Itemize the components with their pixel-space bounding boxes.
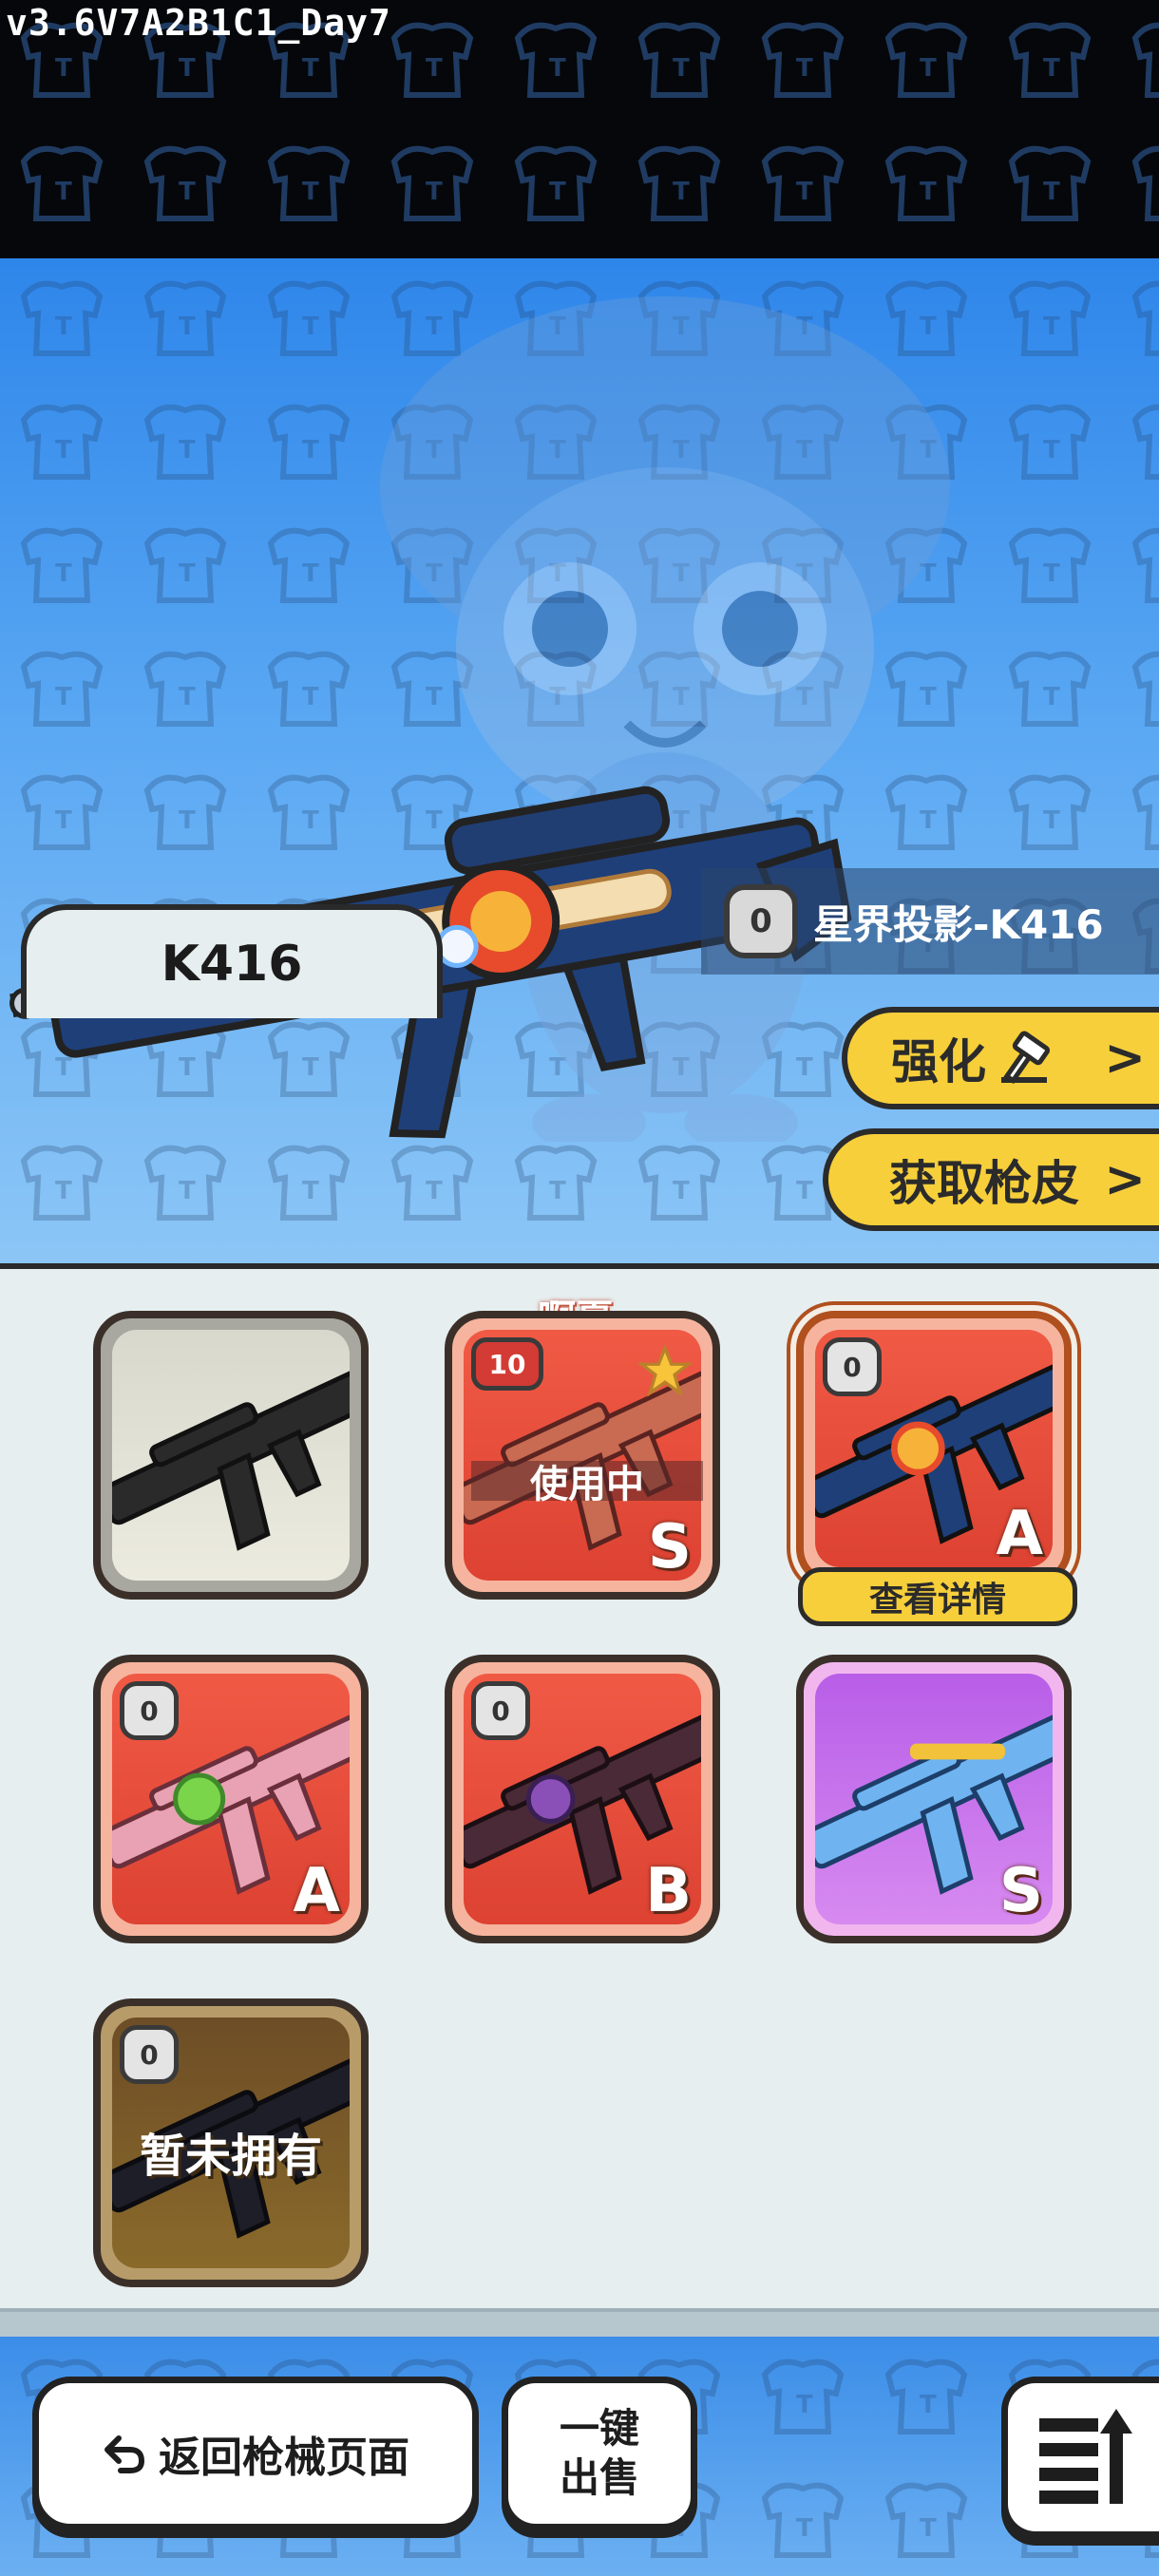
top-status-area: v3.6V7A2B1C1_Day7 <box>0 0 1159 258</box>
skin-card-selected[interactable]: 0 A <box>796 1311 1072 1586</box>
skin-name: 星界投影-K416 <box>813 900 1104 948</box>
skin-card-locked[interactable]: 0 暂未拥有 <box>93 1998 369 2287</box>
level-badge-icon: 0 <box>724 884 798 958</box>
in-use-label: 使用中 <box>471 1461 703 1506</box>
level-badge-icon: 0 <box>120 2025 179 2084</box>
rank-label: S <box>998 1856 1043 1926</box>
chevron-right-icon: > <box>1104 1151 1146 1208</box>
back-to-weapons-button[interactable]: 返回枪械页面 <box>32 2377 479 2530</box>
hammer-icon <box>1001 1031 1051 1085</box>
back-arrow-icon <box>104 2435 145 2473</box>
skin-card-in-use[interactable]: 10 使用中 S <box>445 1311 720 1600</box>
skin-card-blue[interactable]: S <box>796 1655 1072 1943</box>
upgrade-label: 强化 <box>891 1034 986 1089</box>
level-badge-icon: 0 <box>120 1681 179 1740</box>
sell-label-line1: 一键 <box>559 2405 639 2452</box>
weapon-preview: 0 星界投影-K416 强化 > 获取枪皮 > <box>0 258 1159 1268</box>
rank-label: A <box>996 1499 1043 1569</box>
panel-divider <box>0 2308 1159 2337</box>
sort-button[interactable] <box>1001 2377 1159 2538</box>
upgrade-button[interactable]: 强化 > <box>842 1007 1159 1109</box>
rank-label: B <box>645 1856 692 1926</box>
skin-name-tag: 0 星界投影-K416 <box>701 868 1159 975</box>
skin-card-green-gem[interactable]: 0 A <box>93 1655 369 1943</box>
version-label: v3.6V7A2B1C1_Day7 <box>6 2 391 44</box>
skin-card-purple-gem[interactable]: 0 B <box>445 1655 720 1943</box>
card-background <box>112 1330 350 1581</box>
level-badge-icon: 0 <box>823 1337 882 1396</box>
chevron-right-icon: > <box>1104 1030 1146 1087</box>
rank-label: S <box>647 1512 692 1582</box>
view-details-button[interactable]: 查看详情 <box>798 1567 1077 1626</box>
skin-card-default[interactable] <box>93 1311 369 1600</box>
quick-sell-button[interactable]: 一键 出售 <box>502 2377 697 2530</box>
star-icon <box>638 1345 692 1397</box>
sort-list-icon <box>1038 2409 1132 2504</box>
sell-label-line2: 出售 <box>559 2454 639 2501</box>
back-label: 返回枪械页面 <box>159 2434 409 2482</box>
tab-k416[interactable]: K416 <box>21 904 443 1018</box>
get-skin-label: 获取枪皮 <box>889 1156 1079 1211</box>
weapon-thumbnail <box>112 1330 350 1581</box>
rank-label: A <box>293 1856 340 1926</box>
not-owned-label: 暂未拥有 <box>139 2130 322 2183</box>
level-badge-icon: 0 <box>471 1681 530 1740</box>
bottom-toolbar: 返回枪械页面 一键 出售 <box>0 2337 1159 2576</box>
level-badge-icon: 10 <box>471 1337 543 1391</box>
get-skin-button[interactable]: 获取枪皮 > <box>823 1128 1159 1231</box>
